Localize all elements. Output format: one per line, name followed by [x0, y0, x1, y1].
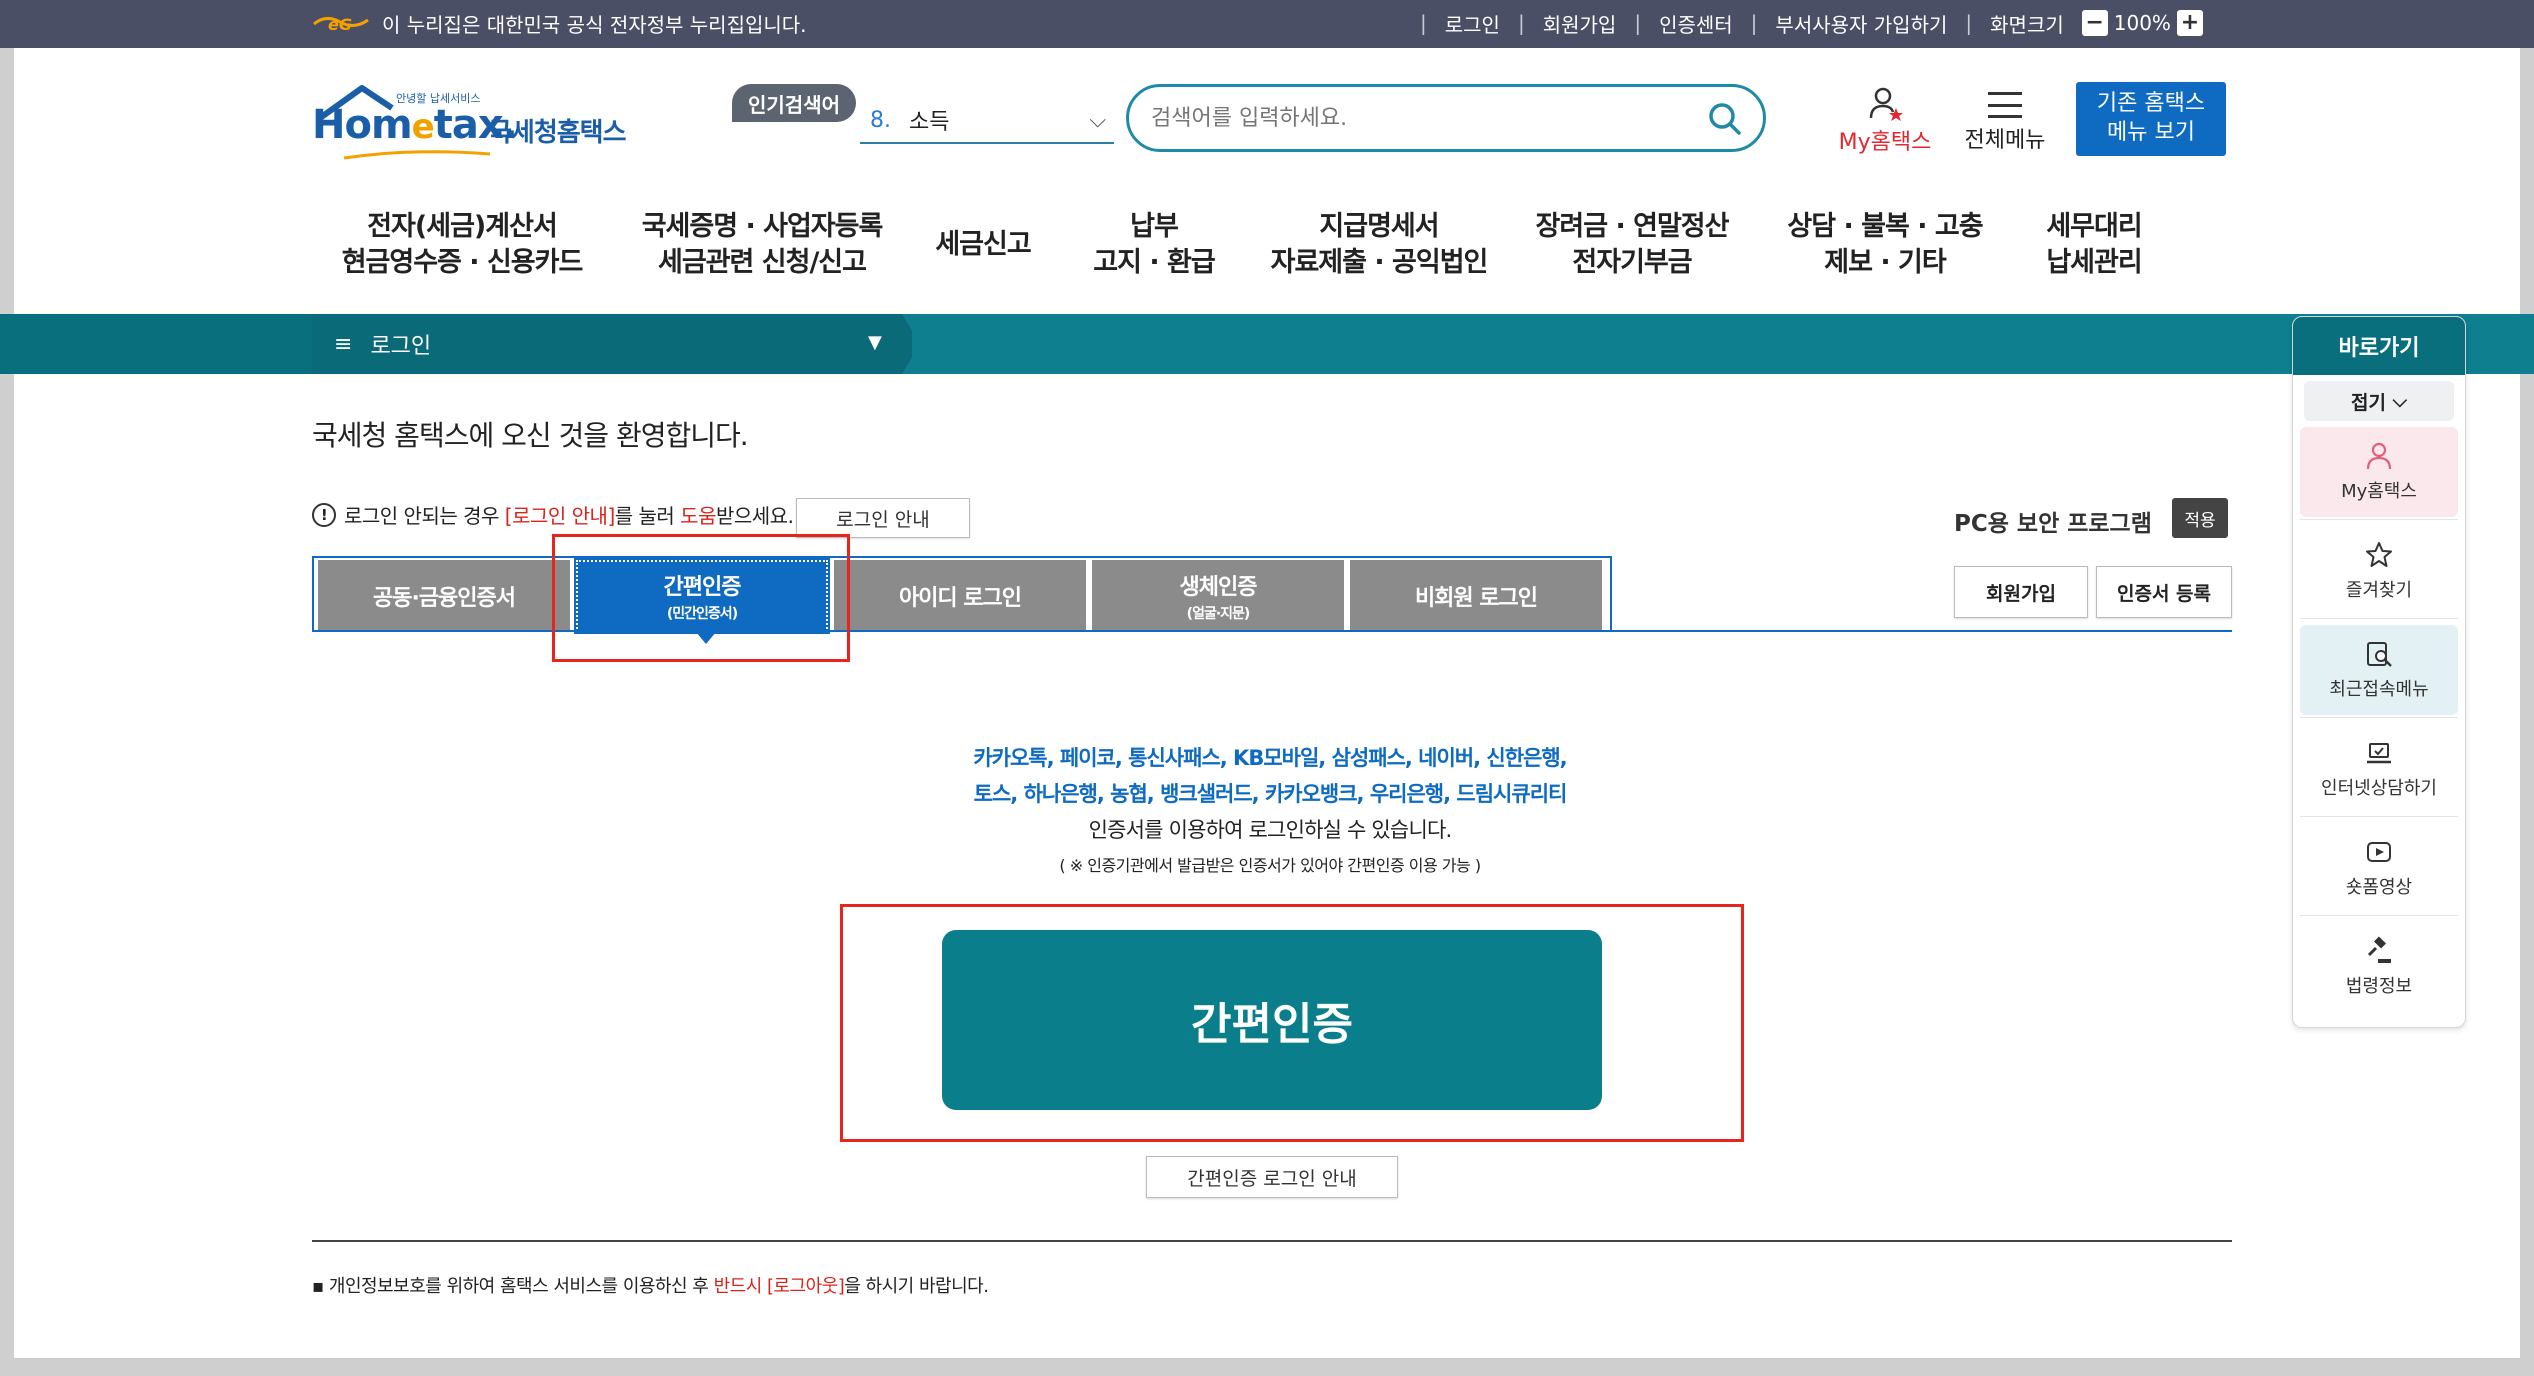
gov-notice: eG 이 누리집은 대한민국 공식 전자정부 누리집입니다.: [312, 6, 807, 40]
info-icon: !: [312, 502, 336, 527]
gnb-item-certificates[interactable]: 국세증명 · 사업자등록 세금관련 신청/신고: [612, 200, 912, 290]
logo-swoosh-icon: [343, 150, 491, 160]
simple-auth-guide-button[interactable]: 간편인증 로그인 안내: [1146, 1156, 1398, 1198]
popular-search-badge: 인기검색어: [732, 84, 856, 122]
signup-button[interactable]: 회원가입: [1954, 566, 2088, 618]
main-navigation: 전자(세금)계산서 현금영수증 · 신용카드 국세증명 · 사업자등록 세금관련 신…: [312, 200, 2212, 290]
signup-link[interactable]: 회원가입: [1543, 9, 1617, 38]
apply-security-button[interactable]: 적용: [2172, 498, 2228, 538]
breadcrumb[interactable]: ≡ 로그인 ▼: [312, 314, 912, 374]
quick-item-recent-menu[interactable]: 최근접속메뉴: [2300, 625, 2458, 715]
tab-id-login[interactable]: 아이디 로그인: [834, 560, 1086, 632]
top-utility-bar: eG 이 누리집은 대한민국 공식 전자정부 누리집입니다. | 로그인 | 회…: [0, 0, 2534, 48]
provider-note: ( ※ 인증기관에서 발급받은 인증서가 있어야 간편인증 이용 가능 ): [1059, 856, 1481, 875]
provider-list: 카카오톡, 페이코, 통신사패스, KB모바일, 삼성패스, 네이버, 신한은행…: [973, 746, 1567, 807]
hometax-logo[interactable]: 안녕할 납세서비스 Hometax. 국세청홈택스: [312, 82, 642, 162]
quick-item-online-consult[interactable]: 인터넷상담하기: [2300, 724, 2458, 814]
login-help-text: ! 로그인 안되는 경우 [로그인 안내]를 눌러 도움받으세요.: [312, 500, 794, 529]
gnb-item-tax-return[interactable]: 세금신고: [912, 200, 1054, 290]
laptop-icon: [2367, 743, 2391, 764]
popular-rank: 8.: [870, 107, 891, 133]
menu-lines-icon: ≡: [334, 331, 353, 357]
chevron-down-icon: ⌵: [1089, 108, 1106, 133]
zoom-out-button[interactable]: −: [2081, 10, 2108, 36]
gavel-icon: [2367, 936, 2391, 963]
location-bar: ≡ 로그인 ▼: [0, 314, 2534, 374]
play-icon: [2367, 842, 2391, 862]
breadcrumb-label: 로그인: [370, 334, 432, 359]
gnb-item-einvoice[interactable]: 전자(세금)계산서 현금영수증 · 신용카드: [312, 200, 612, 290]
login-link[interactable]: 로그인: [1445, 9, 1500, 38]
gov-notice-text: 이 누리집은 대한민국 공식 전자정부 누리집입니다.: [382, 12, 807, 37]
logo-korean-name: 국세청홈택스: [488, 118, 627, 148]
gnb-item-tax-agent[interactable]: 세무대리 납세관리: [2010, 200, 2178, 290]
svg-text:eG: eG: [328, 15, 352, 34]
logout-notice: ▪ 개인정보보호를 위하여 홈택스 서비스를 이용하신 후 반드시 [로그아웃]…: [312, 1276, 989, 1297]
provider-description: 인증서를 이용하여 로그인하실 수 있습니다.: [1088, 818, 1453, 842]
old-menu-button[interactable]: 기존 홈택스 메뉴 보기: [2076, 82, 2226, 156]
dept-user-link[interactable]: 부서사용자 가입하기: [1775, 9, 1947, 38]
login-tabs: 공동·금융인증서 간편인증 (민간인증서) 아이디 로그인 생체인증 (얼굴·지문)…: [312, 556, 1612, 644]
footer-divider: [312, 1240, 2232, 1242]
zoom-control: − 100% +: [2081, 10, 2203, 36]
screen-size-label: 화면크기: [1990, 12, 2064, 37]
gnb-item-payment[interactable]: 납부 고지 · 환급: [1054, 200, 1254, 290]
quick-item-my-hometax[interactable]: My홈택스: [2300, 427, 2458, 517]
popular-search-dropdown[interactable]: 8. 소득 ⌵: [860, 98, 1114, 144]
quick-menu-title: 바로가기: [2293, 317, 2465, 375]
tab-guest-login[interactable]: 비회원 로그인: [1350, 560, 1602, 632]
recent-search-icon: [2367, 642, 2392, 667]
chevron-down-icon: ▼: [868, 332, 882, 353]
quick-menu: 바로가기 접기 ⌵ My홈택스 즐겨찾기 최근접속메뉴 인터넷상담하기 숏폼영상…: [2292, 316, 2466, 1028]
simple-auth-login-button[interactable]: 간편인증: [942, 930, 1602, 1110]
zoom-level: 100%: [2113, 11, 2171, 35]
tab-biometric[interactable]: 생체인증 (얼굴·지문): [1092, 560, 1344, 632]
search-input[interactable]: [1151, 99, 1691, 137]
gnb-item-incentives[interactable]: 장려금 · 연말정산 전자기부금: [1504, 200, 1760, 290]
egov-logo-icon: eG: [312, 12, 370, 34]
gnb-item-statements[interactable]: 지급명세서 자료제출 · 공익법인: [1254, 200, 1504, 290]
user-icon: [1869, 87, 1903, 121]
all-menu-button[interactable]: 전체메뉴: [1952, 84, 2058, 156]
quick-item-favorites[interactable]: 즐겨찾기: [2300, 526, 2458, 616]
highlight-box-tab: [552, 534, 850, 662]
popular-term: 소득: [909, 110, 950, 135]
search-icon[interactable]: [1707, 101, 1743, 137]
search-box: [1126, 84, 1766, 152]
pc-security-label: PC용 보안 프로그램: [1954, 511, 2152, 537]
logo-brand: Hometax.: [312, 102, 518, 148]
my-hometax-label: My홈택스: [1838, 130, 1932, 155]
cert-center-link[interactable]: 인증센터: [1659, 9, 1733, 38]
register-certificate-button[interactable]: 인증서 등록: [2096, 566, 2232, 618]
quick-item-law-info[interactable]: 법령정보: [2300, 922, 2458, 1012]
hamburger-icon: [1988, 92, 2022, 118]
star-icon: [2366, 542, 2392, 567]
tab-joint-certificate[interactable]: 공동·금융인증서: [318, 560, 570, 632]
utility-links: | 로그인 | 회원가입 | 인증센터 | 부서사용자 가입하기 | 화면크기 …: [1420, 6, 2534, 40]
zoom-in-button[interactable]: +: [2176, 10, 2203, 36]
quick-item-shortform-video[interactable]: 숏폼영상: [2300, 823, 2458, 913]
user-icon: [2366, 442, 2392, 470]
login-guide-button[interactable]: 로그인 안내: [796, 498, 970, 538]
my-hometax-button[interactable]: My홈택스: [1832, 84, 1938, 156]
all-menu-label: 전체메뉴: [1964, 128, 2046, 153]
gnb-item-consulting[interactable]: 상담 · 불복 · 고충 제보 · 기타: [1760, 200, 2010, 290]
quick-fold-button[interactable]: 접기 ⌵: [2304, 381, 2454, 421]
page-title: 국세청 홈택스에 오신 것을 환영합니다.: [312, 419, 749, 452]
